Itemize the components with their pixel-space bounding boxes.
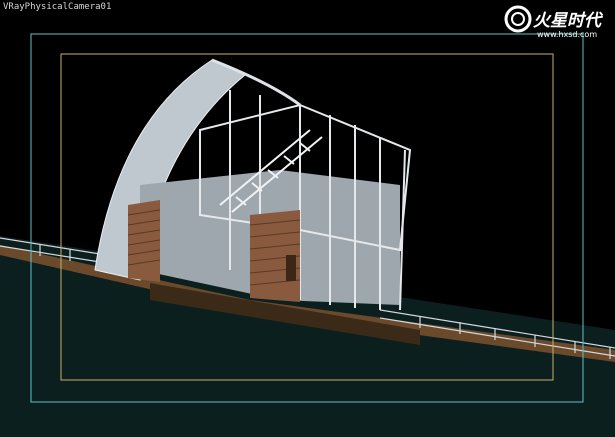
watermark-url: www.hxsd.com bbox=[537, 30, 597, 39]
viewport-label[interactable]: VRayPhysicalCamera01 bbox=[3, 2, 111, 12]
watermark-logo: 火星时代 www.hxsd.com bbox=[504, 5, 604, 39]
fire-ring-logo-icon bbox=[504, 5, 532, 33]
camera-viewport[interactable]: VRayPhysicalCamera01 火星时代 www.hxsd.com bbox=[0, 0, 615, 437]
scene-render bbox=[0, 33, 615, 437]
watermark-logo-text: 火星时代 bbox=[533, 11, 604, 31]
